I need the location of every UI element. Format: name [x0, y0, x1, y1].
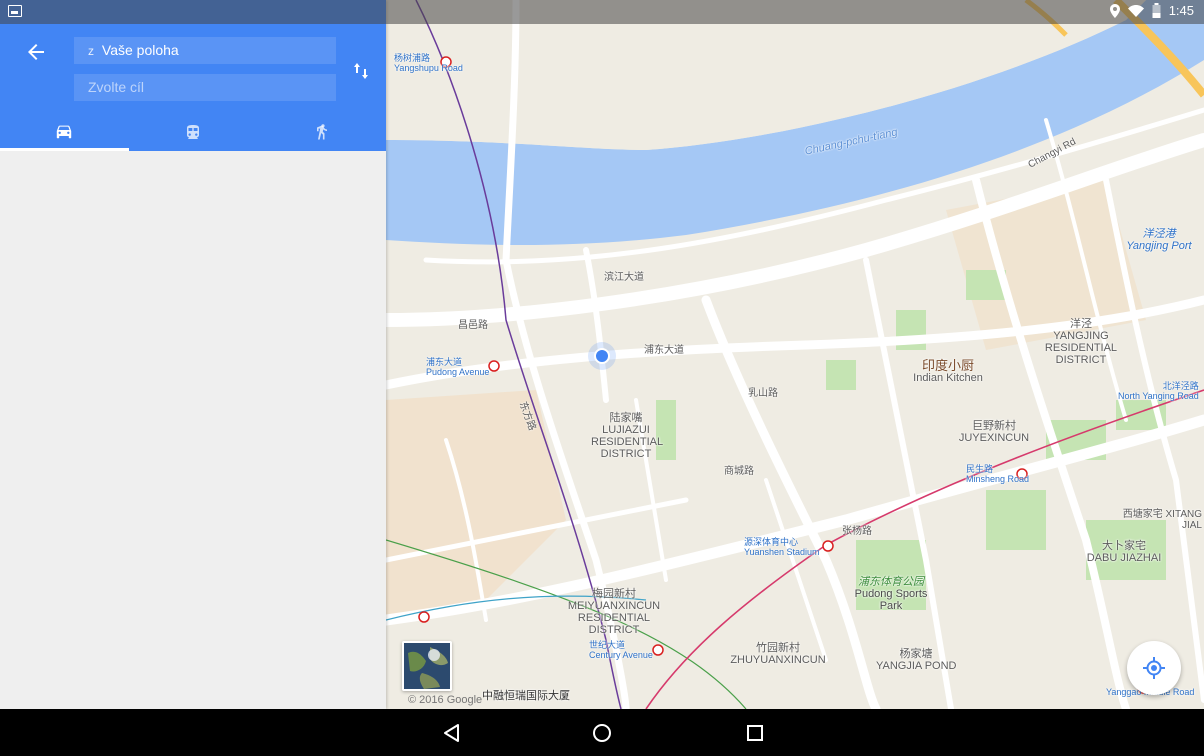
nav-recents-square-icon: [747, 725, 763, 741]
map-label-century-cn: 世纪大道: [589, 640, 626, 650]
map-label-yuanshen-cn: 源深体育中心: [744, 537, 799, 547]
battery-icon: [1152, 3, 1161, 18]
gallery-notification-icon: [8, 5, 22, 17]
tab-walking[interactable]: [258, 112, 386, 151]
my-location-icon: [1143, 657, 1165, 679]
map-label-minsheng-cn: 民生路: [966, 464, 994, 474]
directions-panel: z Vaše poloha Zvolte cíl: [0, 0, 386, 709]
swap-origin-destination-button[interactable]: [350, 60, 372, 82]
map-label-yangshupu: 杨树浦路 Yangshupu Road: [394, 53, 463, 73]
map-label-north-yanggao-en: North Yanging Road: [1118, 391, 1199, 401]
map-label-changyi: 昌邑路: [458, 320, 488, 331]
map-label-lujiazui: 陆家嘴 LUJIAZUI RESIDENTIAL DISTRICT: [591, 412, 664, 460]
my-location-button[interactable]: [1127, 641, 1181, 695]
map-view[interactable]: Chuang-pchu-ťiang 陆家嘴 LUJIAZUI RESIDENTI…: [386, 0, 1204, 709]
map-label-yangjing-cn: 洋泾: [1070, 318, 1092, 330]
map-label-juyexincun-en: JUYEXINCUN: [958, 432, 1030, 444]
origin-input[interactable]: z Vaše poloha: [74, 37, 336, 64]
map-label-yuanshen-en: Yuanshen Stadium: [744, 547, 820, 557]
map-label-xitang: 西塘家宅 XITANG JIAL: [1122, 509, 1202, 531]
map-label-yangjia-en: YANGJIA POND: [876, 660, 957, 672]
origin-value: Vaše poloha: [101, 42, 179, 58]
nav-home-circle-icon: [593, 724, 611, 742]
map-label-yangjing-en: YANGJING RESIDENTIAL DISTRICT: [1044, 330, 1118, 366]
map-label-pudong-dadao: 浦东大道: [644, 345, 684, 356]
map-label-yangshupu-cn: 杨树浦路: [394, 53, 431, 63]
map-label-pudong-avenue-en: Pudong Avenue: [426, 367, 490, 377]
clock: 1:45: [1168, 3, 1194, 18]
map-label-indian-kitchen-cn: 印度小厨: [921, 358, 974, 373]
current-location-dot: [594, 348, 610, 364]
map-label-meiyuan-en: MEIYUANXINCUN RESIDENTIAL DISTRICT: [567, 600, 661, 636]
map-label-north-yanggao-cn: 北洋泾路: [1162, 381, 1199, 391]
map-label-binjiang: 滨江大道: [604, 272, 644, 283]
wifi-icon: [1127, 4, 1144, 17]
destination-input[interactable]: Zvolte cíl: [74, 74, 336, 101]
map-label-pudong-park-cn: 浦东体育公园: [858, 576, 924, 588]
map-label-north-yanggao: 北洋泾路 North Yanging Road: [1118, 381, 1199, 401]
map-label-lujiazui-en: LUJIAZUI RESIDENTIAL DISTRICT: [591, 424, 664, 460]
arrow-back-icon: [28, 44, 44, 60]
tab-transit[interactable]: [129, 112, 257, 151]
map-label-century-station: 世纪大道 Century Avenue: [589, 640, 653, 660]
map-label-yangjia-cn: 杨家塘: [899, 648, 933, 660]
nav-recents-button[interactable]: [743, 721, 767, 745]
map-label-minsheng-station: 民生路 Minsheng Road: [966, 464, 1029, 484]
map-label-building: 中融恒瑞国际大厦: [482, 690, 570, 702]
map-label-dabu: 大卜家宅 DABU JIAZHAI: [1084, 540, 1164, 564]
map-label-yangshupu-en: Yangshupu Road: [394, 63, 463, 73]
map-label-juyexincun-cn: 巨野新村: [972, 420, 1016, 432]
location-pin-icon: [1109, 3, 1120, 18]
system-navigation-bar: [0, 709, 1204, 756]
tab-selected-indicator: [0, 148, 129, 151]
status-bar: 1:45: [0, 0, 1204, 24]
map-label-zhangyang: 张杨路: [842, 526, 872, 537]
tab-driving[interactable]: [0, 112, 128, 151]
map-label-pudong-avenue-cn: 浦东大道: [426, 357, 463, 367]
map-copyright: © 2016 Google: [408, 694, 483, 706]
satellite-layer-toggle[interactable]: [402, 641, 452, 691]
destination-placeholder: Zvolte cíl: [88, 79, 145, 95]
map-label-indian-kitchen-en: Indian Kitchen: [913, 372, 983, 384]
map-label-juyexincun: 巨野新村 JUYEXINCUN: [954, 420, 1034, 444]
map-label-meiyuan: 梅园新村 MEIYUANXINCUN RESIDENTIAL DISTRICT: [554, 588, 674, 636]
swap-vertical-icon: [354, 63, 368, 79]
map-label-yangjing-port-cn: 洋泾港: [1142, 228, 1176, 240]
map-label-rushan: 乳山路: [748, 388, 778, 399]
map-label-meiyuan-cn: 梅园新村: [592, 588, 636, 600]
map-label-dabu-cn: 大卜家宅: [1102, 540, 1146, 552]
car-icon: [56, 125, 72, 138]
map-label-lujiazui-cn: 陆家嘴: [609, 412, 643, 424]
map-label-shangcheng: 商城路: [724, 466, 754, 477]
nav-back-button[interactable]: [440, 721, 464, 745]
map-label-indian-kitchen: 印度小厨 Indian Kitchen: [908, 358, 988, 384]
map-label-pudong-park-en: Pudong Sports Park: [854, 588, 928, 612]
map-label-yangjing-port: 洋泾港 Yangjing Port: [1119, 228, 1199, 252]
map-label-yangjing-port-en: Yangjing Port: [1126, 240, 1192, 252]
nav-back-triangle-icon: [444, 724, 459, 742]
travel-mode-tabs: [0, 112, 386, 151]
map-label-zhuyuan-cn: 竹园新村: [756, 642, 800, 654]
map-label-century-en: Century Avenue: [589, 650, 653, 660]
train-icon: [187, 124, 199, 139]
origin-prefix: z: [88, 44, 94, 58]
map-label-zhuyuan: 竹园新村 ZHUYUANXINCUN: [728, 642, 828, 666]
satellite-thumbnail-icon: [404, 643, 450, 689]
back-button[interactable]: [24, 40, 48, 64]
map-label-minsheng-en: Minsheng Road: [966, 474, 1030, 484]
map-label-zhuyuan-en: ZHUYUANXINCUN: [730, 654, 826, 666]
map-label-yuanshen-station: 源深体育中心 Yuanshen Stadium: [744, 537, 820, 557]
map-label-pudong-park: 浦东体育公园 Pudong Sports Park: [851, 576, 931, 612]
map-label-yangjia: 杨家塘 YANGJIA POND: [876, 648, 956, 672]
map-label-dabu-en: DABU JIAZHAI: [1086, 552, 1162, 564]
map-label-yangjing: 洋泾 YANGJING RESIDENTIAL DISTRICT: [1041, 318, 1121, 366]
status-icons: 1:45: [1109, 3, 1194, 18]
nav-home-button[interactable]: [590, 721, 614, 745]
map-label-pudong-avenue-station: 浦东大道 Pudong Avenue: [426, 357, 489, 377]
walk-icon: [317, 123, 327, 139]
